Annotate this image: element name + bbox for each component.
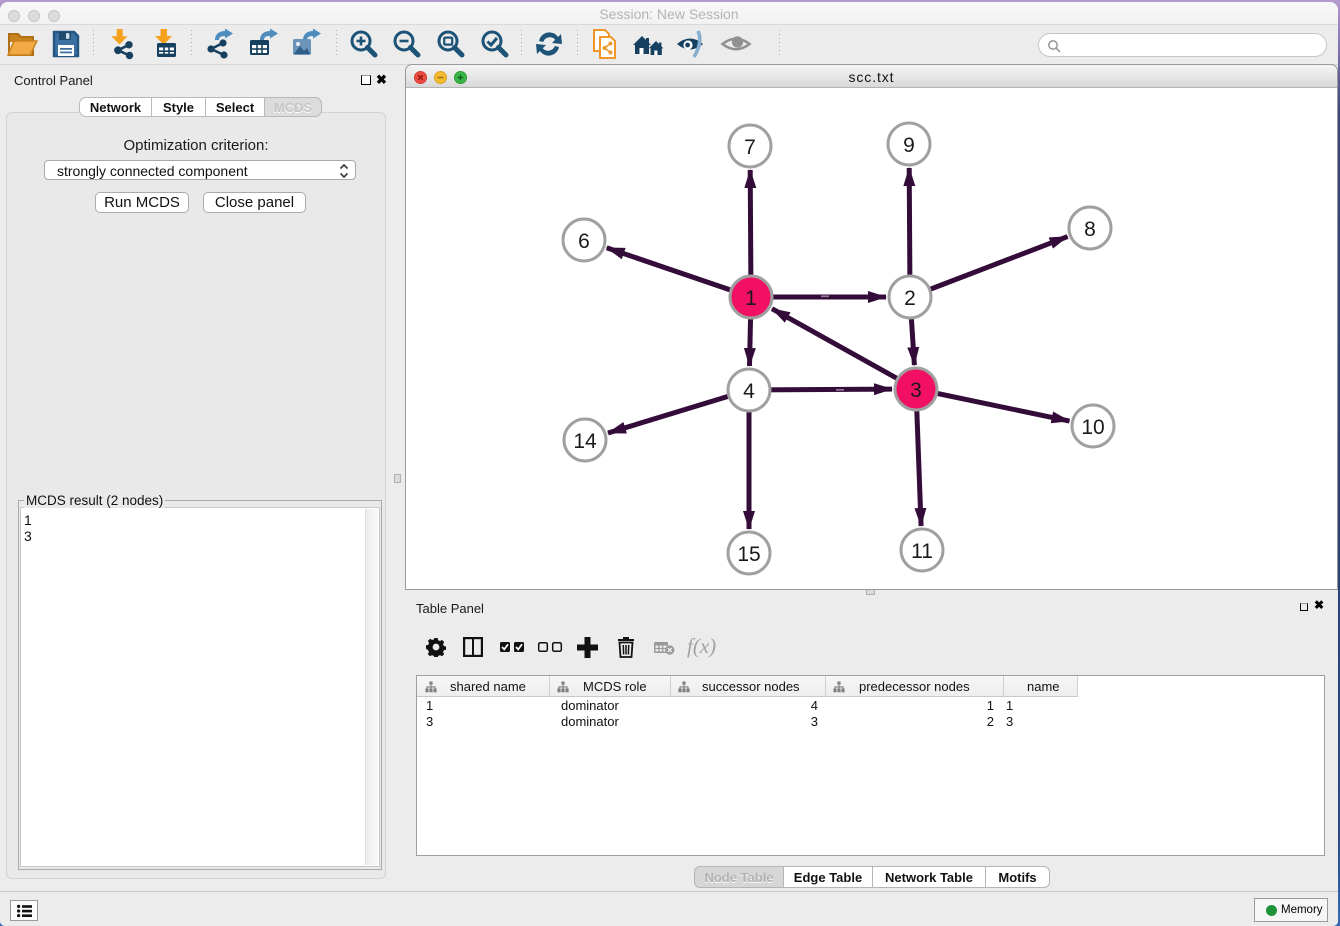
svg-text:14: 14 [573, 430, 597, 453]
svg-text:3: 3 [910, 379, 922, 402]
svg-text:7: 7 [744, 136, 756, 159]
svg-text:8: 8 [1084, 218, 1096, 241]
svg-text:15: 15 [737, 543, 760, 566]
svg-text:10: 10 [1081, 416, 1104, 439]
svg-text:1: 1 [745, 287, 757, 310]
svg-text:9: 9 [903, 134, 915, 157]
svg-text:4: 4 [743, 380, 755, 403]
svg-text:6: 6 [578, 230, 590, 253]
svg-text:11: 11 [911, 540, 933, 563]
svg-text:2: 2 [904, 287, 916, 310]
